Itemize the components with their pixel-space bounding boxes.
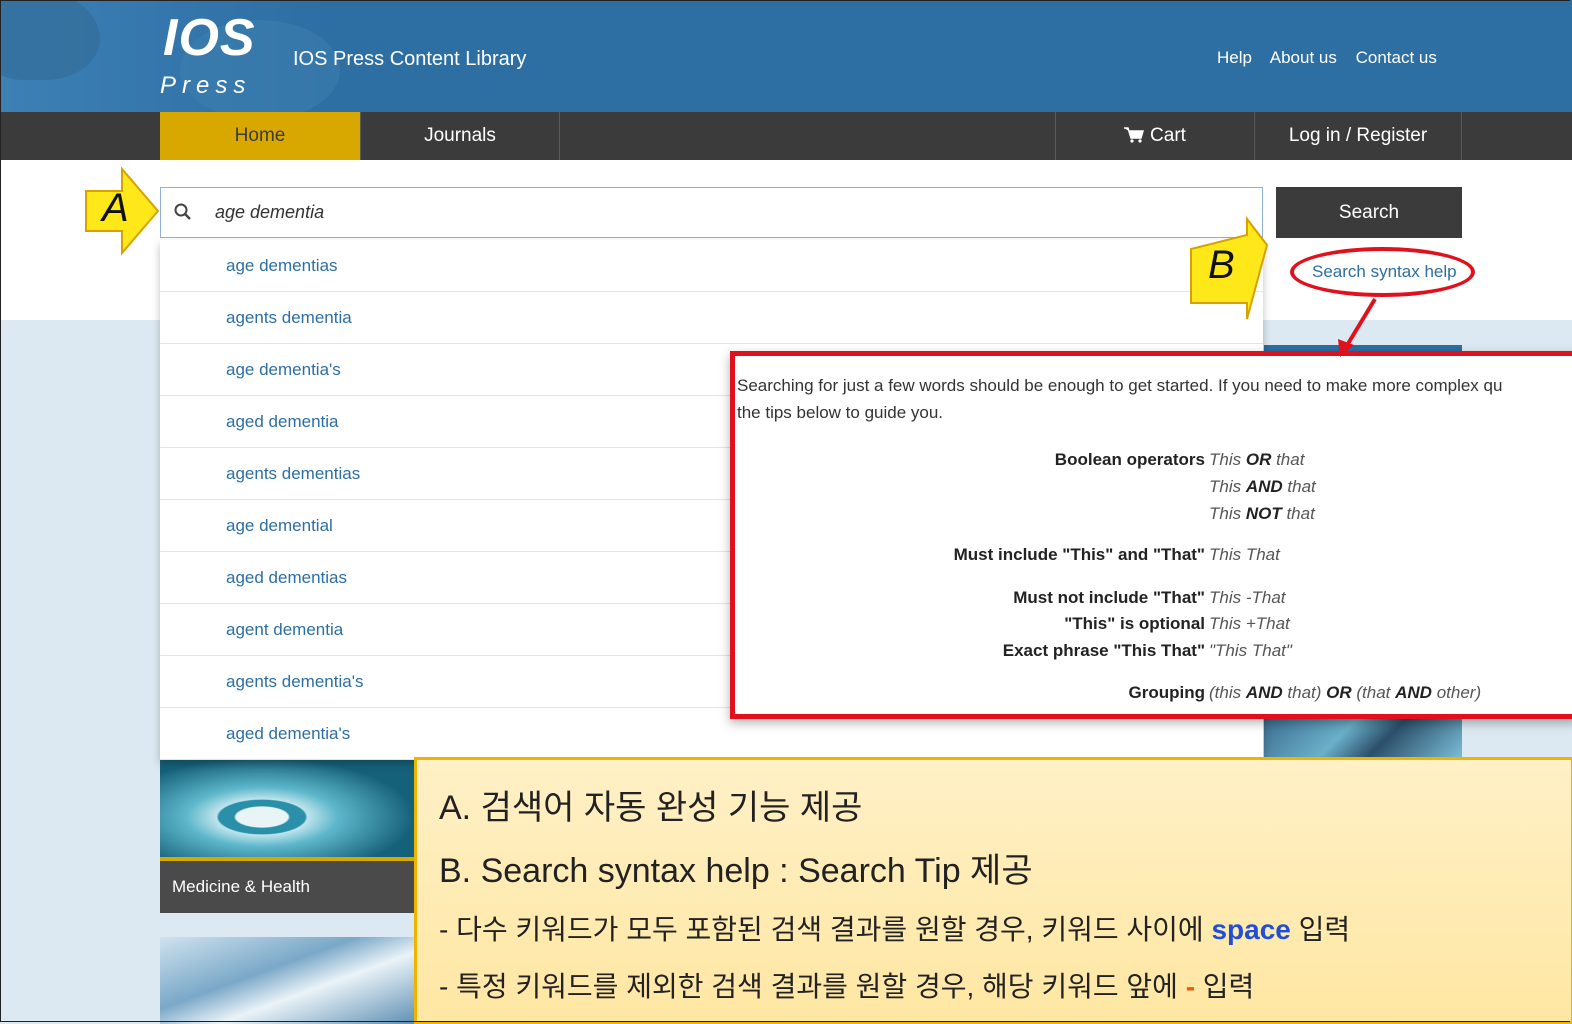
search-button[interactable]: Search: [1276, 187, 1462, 238]
logo-subtitle[interactable]: Press: [160, 72, 251, 100]
search-icon: [174, 203, 191, 220]
note-line: A. 검색어 자동 완성 기능 제공: [439, 789, 863, 827]
nav-cart[interactable]: Cart: [1055, 112, 1255, 160]
help-example: "This That": [1209, 641, 1292, 660]
site-title: IOS Press Content Library: [293, 48, 527, 70]
suggestion-item[interactable]: agents dementia: [160, 292, 1263, 344]
help-link[interactable]: Help: [1217, 48, 1252, 67]
featured-thumbnail[interactable]: [1264, 715, 1462, 760]
nav-home[interactable]: Home: [160, 112, 360, 160]
help-example: This OR that: [1209, 450, 1305, 469]
category-thumbnail[interactable]: [160, 937, 415, 1024]
site-header: IOS Press IOS Press Content Library Help…: [0, 0, 1572, 112]
help-label: "This" is optional: [1064, 614, 1205, 633]
category-label[interactable]: Medicine & Health: [160, 861, 415, 913]
annotation-note: A. 검색어 자동 완성 기능 제공 B. Search syntax help…: [414, 757, 1572, 1024]
nav-cart-label: Cart: [1150, 125, 1186, 146]
note-line: - 특정 키워드를 제외한 검색 결과를 원할 경우, 해당 키워드 앞에 - …: [439, 971, 1255, 1002]
help-intro-line: the tips below to guide you.: [737, 403, 944, 422]
pointer-arrow: [1338, 297, 1377, 357]
suggestion-item[interactable]: age dementias: [160, 240, 1263, 292]
help-label: Must not include "That": [1013, 588, 1205, 607]
help-intro-text: Searching for just a few words should be…: [737, 372, 1572, 426]
search-query-text: age dementia: [215, 202, 325, 222]
help-example: This +That: [1209, 614, 1290, 633]
nav-journals[interactable]: Journals: [360, 112, 560, 160]
note-line: B. Search syntax help : Search Tip 제공: [439, 852, 1033, 890]
help-label: Exact phrase "This That": [1002, 641, 1205, 660]
help-example: (this AND that) OR (that AND other): [1209, 683, 1482, 702]
category-thumbnail[interactable]: [160, 757, 415, 857]
about-us-link[interactable]: About us: [1270, 48, 1337, 67]
help-example: This -That: [1209, 588, 1286, 607]
search-input[interactable]: age dementia: [160, 187, 1263, 238]
cart-icon: [1124, 127, 1145, 143]
callout-label-a: A: [102, 186, 129, 230]
note-line: - 다수 키워드가 모두 포함된 검색 결과를 원할 경우, 키워드 사이에 s…: [439, 914, 1351, 945]
help-intro-line: Searching for just a few words should be…: [737, 376, 1503, 395]
help-label: Boolean operators: [1054, 450, 1205, 469]
help-example: This That: [1209, 545, 1280, 564]
search-syntax-help-popup: Searching for just a few words should be…: [730, 351, 1572, 719]
highlight-ellipse: [1290, 247, 1475, 297]
nav-login-register[interactable]: Log in / Register: [1255, 112, 1462, 160]
help-label: Grouping: [1128, 683, 1205, 702]
help-label: Must include "This" and "That": [953, 545, 1205, 564]
top-links: Help About us Contact us: [1217, 48, 1451, 68]
help-example: This NOT that: [1209, 504, 1315, 523]
main-nav: Home Journals Cart Log in / Register: [0, 112, 1572, 160]
help-example: This AND that: [1209, 477, 1316, 496]
callout-label-b: B: [1208, 243, 1235, 287]
contact-us-link[interactable]: Contact us: [1356, 48, 1437, 67]
logo[interactable]: IOS: [163, 10, 256, 66]
